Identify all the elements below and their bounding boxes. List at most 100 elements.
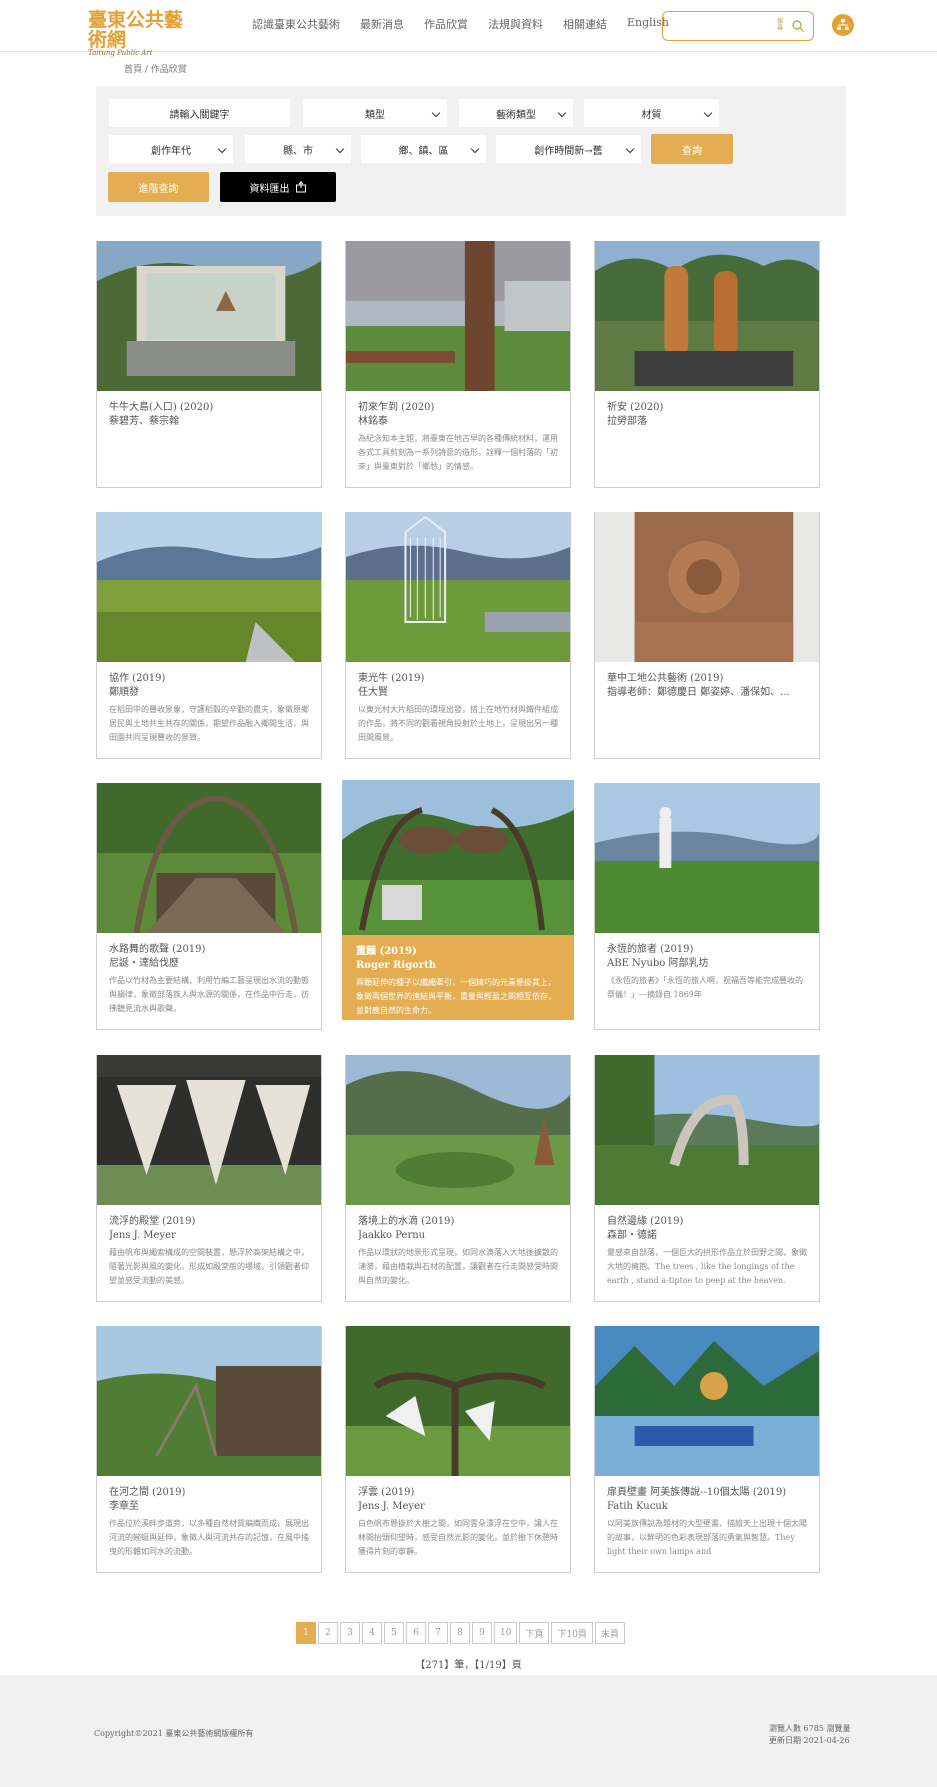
type-select-value: 類型 xyxy=(365,109,385,121)
nav-item-news[interactable]: 最新消息 xyxy=(360,16,404,32)
artwork-card[interactable]: 自然邊緣 (2019) 森部‧德諾 靈感來自部落，一個巨大的拱形作品立於田野之間，象… xyxy=(594,1055,820,1302)
material-select-value: 材質 xyxy=(641,109,662,121)
artwork-card[interactable]: 扉頁壁畫 阿美族傳說--10個太陽 (2019) Fatih Kucuk 以阿美族傳… xyxy=(594,1326,820,1573)
artwork-card[interactable]: 華中工地公共藝術 (2019) 指導老師：鄭德慶日 鄭姿婷、潘保如、... xyxy=(594,512,820,759)
page-7[interactable]: 7 xyxy=(428,1622,448,1644)
artwork-title[interactable]: 浮雲 (2019) xyxy=(358,1486,558,1500)
artwork-title[interactable]: 落境上的水滴 (2019) xyxy=(358,1215,558,1229)
artwork-image[interactable] xyxy=(346,1326,570,1476)
artwork-image[interactable] xyxy=(595,241,819,391)
keyword-placeholder: 請輸入關鍵字 xyxy=(169,109,230,121)
site-footer: Copyright©2021 臺東公共藝術網版權所有 瀏覽人數 6785 瀏覽量… xyxy=(0,1675,937,1787)
page-4[interactable]: 4 xyxy=(362,1622,382,1644)
chevron-down-icon xyxy=(557,108,567,118)
artwork-title[interactable]: 牛牛大島(入口) (2020) xyxy=(109,401,309,415)
artwork-image[interactable] xyxy=(595,1326,819,1476)
town-select[interactable]: 鄉、鎮、區 xyxy=(360,134,487,164)
artwork-title[interactable]: 自然邊緣 (2019) xyxy=(607,1215,807,1229)
artwork-image[interactable] xyxy=(97,512,321,662)
artwork-image[interactable] xyxy=(346,512,570,662)
artwork-image[interactable] xyxy=(97,1055,321,1205)
search-input[interactable] xyxy=(671,18,771,34)
artwork-description: 作品以竹材為主要結構，利用竹編工藝呈現出水流的動態與韻律，象徵部落族人與水源的關… xyxy=(109,976,309,1013)
county-select[interactable]: 縣、市 xyxy=(244,134,352,164)
artwork-image[interactable] xyxy=(97,783,321,933)
next-page-button[interactable]: 下頁 xyxy=(519,1622,550,1644)
artwork-info: 初來乍到 (2020) 林銘泰 為紀念知本主題，將臺東在地古早的各種傳統材料，運用各… xyxy=(346,391,570,487)
breadcrumb[interactable]: 首頁 / 作品欣賞 xyxy=(124,62,187,75)
page-5[interactable]: 5 xyxy=(384,1622,404,1644)
artwork-description: 作品位於溪畔步道旁，以多種自然材質編織而成，展現出河流的蜿蜒與延伸，象徵人與河流… xyxy=(109,1519,309,1556)
artwork-image[interactable] xyxy=(595,512,819,662)
order-select[interactable]: 創作時間新→舊 xyxy=(495,134,642,164)
artwork-image[interactable] xyxy=(342,780,574,935)
artwork-artist: 指導老師：鄭德慶日 鄭姿婷、潘保如、... xyxy=(607,687,790,698)
artwork-image[interactable] xyxy=(97,1326,321,1476)
artwork-artist: ABE Nyubo 阿部乳坊 xyxy=(607,958,709,969)
artwork-title[interactable]: 水路舞的歌聲 (2019) xyxy=(109,943,309,957)
keyword-field[interactable]: 請輸入關鍵字 xyxy=(108,98,291,128)
artwork-image[interactable] xyxy=(595,1055,819,1205)
type-select[interactable]: 類型 xyxy=(302,98,448,128)
artwork-info: 扉頁壁畫 阿美族傳說--10個太陽 (2019) Fatih Kucuk 以阿美族傳… xyxy=(595,1476,819,1572)
page-2[interactable]: 2 xyxy=(318,1622,338,1644)
artwork-card[interactable]: 重麵 (2019) Roger Rigorth 兩顆延伸的種子以纖繩牽引，一個精巧的… xyxy=(342,780,574,1020)
year-select-value: 創作年代 xyxy=(151,145,191,157)
page-9[interactable]: 9 xyxy=(472,1622,492,1644)
page-3[interactable]: 3 xyxy=(340,1622,360,1644)
page-1[interactable]: 1 xyxy=(296,1622,316,1644)
artwork-card[interactable]: 水路舞的歌聲 (2019) 尼誕‧達給伐歷作品以竹材為主要結構，利用竹編工藝呈現出… xyxy=(96,783,322,1030)
art-type-select[interactable]: 藝術類型 xyxy=(458,98,574,128)
artwork-title[interactable]: 協作 (2019) xyxy=(109,672,309,686)
artwork-artist: 尼誕‧達給伐歷 xyxy=(109,958,179,969)
nav-item-regulations[interactable]: 法規與資料 xyxy=(488,16,543,32)
artwork-description: 《永恆的旅者》「永恆的旅人啊，祝福吾等能完成豐收的祭儀！」—摘錄自 1869年 xyxy=(607,976,803,999)
nav-item-works[interactable]: 作品欣賞 xyxy=(424,16,468,32)
artwork-title[interactable]: 永恆的旅者 (2019) xyxy=(607,943,807,957)
nav-item-links[interactable]: 相關連結 xyxy=(563,16,607,32)
page-10[interactable]: 10 xyxy=(494,1622,518,1644)
sitemap-icon[interactable] xyxy=(832,14,854,36)
artwork-title[interactable]: 華中工地公共藝術 (2019) xyxy=(607,672,807,686)
artwork-card[interactable]: 落境上的水滴 (2019) Jaakko Pernu 作品以環狀的地景形式呈現，如同… xyxy=(345,1055,571,1302)
filter-panel: 請輸入關鍵字 類型 藝術類型 材質 創作年代 縣、市 鄉、鎮、區 創作時間新→舊… xyxy=(96,86,846,216)
next-10-pages-button[interactable]: 下10頁 xyxy=(551,1622,593,1644)
nav-item-about[interactable]: 認識臺東公共藝術 xyxy=(252,16,340,32)
artwork-title[interactable]: 在河之間 (2019) xyxy=(109,1486,309,1500)
record-count: 【271】筆，【1/19】頁 xyxy=(415,1660,522,1671)
artwork-card[interactable]: 在河之間 (2019) 李章至作品位於溪畔步道旁，以多種自然材質編織而成，展現出河… xyxy=(96,1326,322,1573)
artwork-card[interactable]: 東光牛 (2019) 任大賢 以東光村大片稻田的環境出發，搭上在地竹材與鐵件組成的作… xyxy=(345,512,571,759)
search-button[interactable]: 查詢 xyxy=(651,134,733,164)
export-button[interactable]: 資料匯出 xyxy=(220,172,336,202)
artwork-card[interactable]: 浮雲 (2019) Jens J. Meyer 白色帆布懸掛於大樹之間，如同雲朵漂浮… xyxy=(345,1326,571,1573)
artwork-card[interactable]: 祈安 (2020) 拉勞部落 xyxy=(594,241,820,488)
artwork-title[interactable]: 初來乍到 (2020) xyxy=(358,401,558,415)
artwork-card[interactable]: 協作 (2019) 鄭順發 在稻田中的豐收景象，守護稻穀的辛勤的農夫，象徵原鄉居民與… xyxy=(96,512,322,759)
artwork-image[interactable] xyxy=(346,1055,570,1205)
artwork-card[interactable]: 永恆的旅者 (2019) ABE Nyubo 阿部乳坊《永恆的旅者》「永恆的旅人啊… xyxy=(594,783,820,1030)
artwork-title[interactable]: 流浮的殿堂 (2019) xyxy=(109,1215,309,1229)
artwork-image[interactable] xyxy=(595,783,819,933)
artwork-image[interactable] xyxy=(97,241,321,391)
artwork-artist: 李章至 xyxy=(109,1501,139,1512)
artwork-card[interactable]: 初來乍到 (2020) 林銘泰 為紀念知本主題，將臺東在地古早的各種傳統材料，運用各… xyxy=(345,241,571,488)
artwork-description xyxy=(607,703,807,745)
artwork-title[interactable]: 祈安 (2020) xyxy=(607,401,807,415)
order-select-value: 創作時間新→舊 xyxy=(534,145,603,157)
last-page-button[interactable]: 末頁 xyxy=(594,1622,625,1644)
year-select[interactable]: 創作年代 xyxy=(108,134,234,164)
artwork-card[interactable]: 牛牛大島(入口) (2020) 蔡碧芳、蔡宗翰 xyxy=(96,241,322,488)
page-8[interactable]: 8 xyxy=(450,1622,470,1644)
chevron-down-icon xyxy=(217,144,227,154)
search-icon[interactable] xyxy=(791,19,805,33)
town-select-value: 鄉、鎮、區 xyxy=(398,145,449,157)
artwork-image[interactable] xyxy=(346,241,570,391)
artwork-title[interactable]: 東光牛 (2019) xyxy=(358,672,558,686)
material-select[interactable]: 材質 xyxy=(583,98,720,128)
advanced-search-button[interactable]: 進階查詢 xyxy=(108,172,209,202)
page-6[interactable]: 6 xyxy=(406,1622,426,1644)
artwork-title[interactable]: 扉頁壁畫 阿美族傳說--10個太陽 (2019) xyxy=(607,1486,807,1500)
artwork-card[interactable]: 流浮的殿堂 (2019) Jens J. Meyer 藉由帆布與繩索構成的空間裝置，… xyxy=(96,1055,322,1302)
site-logo[interactable]: 臺東公共藝術網 Taitung Public Art xyxy=(88,10,188,57)
artwork-title[interactable]: 重麵 (2019) xyxy=(356,945,560,959)
